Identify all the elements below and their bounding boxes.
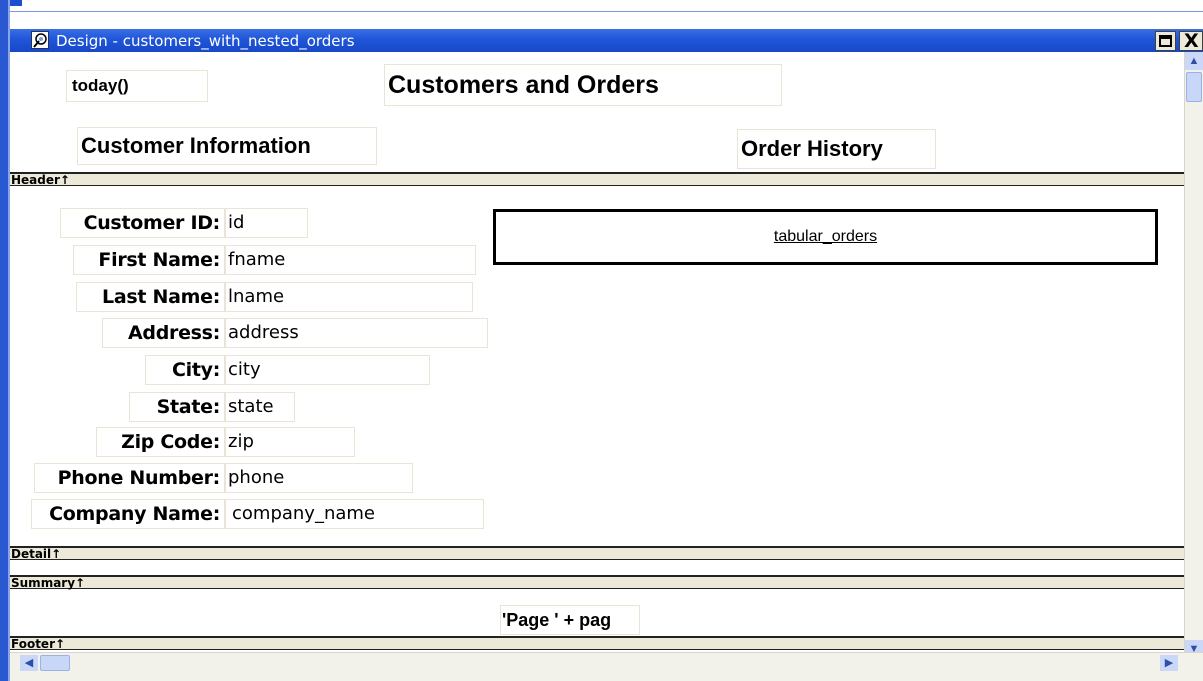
customer-id-label[interactable]: Customer ID:	[60, 208, 225, 238]
design-canvas: today() Customers and Orders Customer In…	[10, 52, 1184, 652]
frame-tick	[10, 0, 22, 6]
fname-column[interactable]: fname	[225, 245, 476, 275]
datawindow-design-icon[interactable]	[31, 31, 49, 49]
phone-column[interactable]: phone	[225, 463, 413, 493]
design-window: Design - customers_with_nested_orders X …	[10, 11, 1203, 681]
first-name-label[interactable]: First Name:	[73, 245, 225, 275]
city-label[interactable]: City:	[145, 355, 225, 385]
vertical-scroll-thumb[interactable]	[1186, 72, 1202, 102]
address-column[interactable]: address	[225, 318, 488, 348]
vertical-scrollbar[interactable]: ▲ ▼	[1184, 52, 1203, 658]
zip-column[interactable]: zip	[225, 427, 355, 457]
address-label[interactable]: Address:	[102, 318, 225, 348]
lname-column[interactable]: lname	[225, 282, 473, 312]
report-title[interactable]: Customers and Orders	[384, 64, 782, 106]
close-icon[interactable]: X	[1179, 31, 1203, 51]
customer-info-heading[interactable]: Customer Information	[77, 127, 377, 165]
header-band-bar[interactable]: Header↑	[10, 172, 1184, 187]
company-name-column[interactable]: company_name	[225, 499, 484, 529]
detail-band-bar[interactable]: Detail↑	[10, 546, 1184, 561]
horizontal-scroll-thumb[interactable]	[40, 655, 70, 671]
phone-number-label[interactable]: Phone Number:	[34, 463, 225, 493]
last-name-label[interactable]: Last Name:	[76, 282, 225, 312]
nested-report-tabular-orders[interactable]: tabular_orders	[493, 209, 1158, 265]
maximize-icon[interactable]	[1155, 31, 1176, 51]
scroll-up-icon[interactable]: ▲	[1185, 52, 1203, 70]
date-expression[interactable]: today()	[66, 70, 208, 102]
city-column[interactable]: city	[225, 355, 430, 385]
company-name-label[interactable]: Company Name:	[31, 499, 225, 529]
id-column[interactable]: id	[225, 208, 308, 238]
order-history-heading[interactable]: Order History	[737, 129, 936, 169]
nested-report-name: tabular_orders	[773, 228, 878, 245]
scroll-right-icon[interactable]: ▶	[1160, 655, 1178, 671]
outer-top-strip	[0, 0, 1203, 11]
state-label[interactable]: State:	[129, 392, 225, 422]
left-window-frame	[0, 0, 10, 681]
page-number-expression[interactable]: 'Page ' + pag	[500, 605, 640, 635]
summary-band-bar[interactable]: Summary↑	[10, 575, 1184, 590]
state-column[interactable]: state	[225, 392, 295, 422]
zip-code-label[interactable]: Zip Code:	[96, 427, 225, 457]
scroll-left-icon[interactable]: ◀	[20, 655, 38, 671]
horizontal-scrollbar[interactable]: ◀ ▶	[10, 652, 1203, 681]
footer-band-bar[interactable]: Footer↑	[10, 636, 1184, 651]
window-title: Design - customers_with_nested_orders	[56, 32, 355, 50]
